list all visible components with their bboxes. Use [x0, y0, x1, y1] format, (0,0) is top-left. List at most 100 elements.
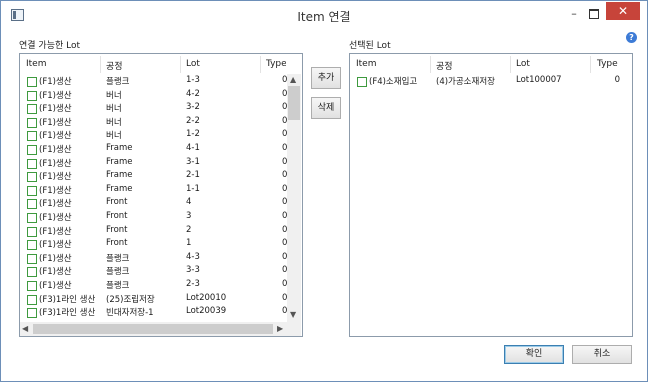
cell-process: 플랭크: [106, 77, 130, 87]
cell-item: (F1)생산: [39, 77, 72, 87]
row-checkbox[interactable]: [27, 172, 37, 183]
vertical-scroll-thumb[interactable]: [288, 86, 300, 120]
scroll-down-icon[interactable]: ▼: [290, 310, 296, 319]
table-row[interactable]: (F3)1라인 생산 빈대자저장-1 Lot20039 0: [20, 306, 302, 319]
cell-process: Front: [106, 197, 128, 208]
row-checkbox[interactable]: [27, 294, 37, 305]
row-checkbox[interactable]: [27, 213, 37, 223]
cell-lot: 4-2: [186, 88, 200, 99]
row-checkbox[interactable]: [27, 281, 37, 291]
cell-lot: 3-3: [186, 265, 200, 276]
cell-process: 버너: [106, 104, 122, 115]
row-checkbox[interactable]: [27, 104, 37, 115]
table-row[interactable]: (F1)생산 Front 1 0: [20, 238, 302, 251]
title-bar: Item 연결 – ✕: [1, 1, 647, 29]
table-row[interactable]: (F1)생산 Frame 3-1 0: [20, 157, 302, 170]
row-checkbox[interactable]: [27, 158, 37, 169]
maximize-button[interactable]: [585, 5, 603, 23]
row-checkbox[interactable]: [27, 253, 37, 264]
column-header-type[interactable]: Type: [597, 59, 618, 69]
column-header-process[interactable]: 공정: [106, 59, 123, 72]
table-row[interactable]: (F1)생산 버너 1-2 0: [20, 129, 302, 142]
available-lot-label: 연결 가능한 Lot: [19, 41, 81, 51]
cell-item: (F1)생산: [39, 145, 72, 155]
minimize-button[interactable]: –: [566, 5, 582, 23]
horizontal-scrollbar[interactable]: ◀ ▶: [20, 322, 287, 336]
horizontal-scroll-thumb[interactable]: [33, 324, 273, 334]
column-header-type[interactable]: Type: [266, 59, 286, 69]
scroll-up-icon[interactable]: ▲: [290, 75, 296, 84]
cell-item: (F1)생산: [39, 90, 72, 101]
row-checkbox[interactable]: [27, 185, 37, 196]
cancel-button[interactable]: 취소: [572, 345, 632, 364]
row-checkbox[interactable]: [27, 131, 37, 142]
table-row[interactable]: (F4)소재입고 (4)가공소재저장 Lot100007 0: [350, 75, 632, 88]
column-header-process[interactable]: 공정: [436, 59, 453, 72]
table-row[interactable]: (F3)1라인 생산 (25)조립저장 Lot20010 0: [20, 293, 302, 306]
cell-lot: Lot20039: [186, 306, 227, 317]
row-checkbox[interactable]: [27, 145, 37, 155]
row-checkbox[interactable]: [27, 77, 37, 87]
table-row[interactable]: (F1)생산 Front 2 0: [20, 225, 302, 238]
cell-process: (4)가공소재저장: [436, 77, 495, 87]
close-button[interactable]: ✕: [606, 2, 640, 20]
selected-lot-list[interactable]: Item 공정 Lot Type (F4)소재입고 (4)가공소재저장 Lot100…: [349, 53, 633, 337]
column-header-lot[interactable]: Lot: [186, 59, 200, 69]
cell-process: (25)조립저장: [106, 294, 155, 305]
table-row[interactable]: (F1)생산 Front 4 0: [20, 197, 302, 210]
available-lot-list[interactable]: Item 공정 Lot Type (F1)생산 플랭크 1-3 0 (F1)생산 버너 4-…: [19, 53, 303, 337]
cell-item: (F1)생산: [39, 213, 72, 223]
row-checkbox[interactable]: [357, 77, 367, 87]
table-row[interactable]: (F1)생산 Frame 4-1 0: [20, 143, 302, 156]
available-lot-header: Item 공정 Lot Type: [20, 54, 302, 74]
cell-lot: 1-2: [186, 129, 200, 140]
row-checkbox[interactable]: [27, 199, 37, 210]
table-row[interactable]: (F1)생산 Frame 2-1 0: [20, 170, 302, 183]
column-header-lot[interactable]: Lot: [516, 59, 530, 69]
row-checkbox[interactable]: [27, 90, 37, 101]
scroll-right-icon[interactable]: ▶: [277, 324, 283, 333]
delete-button[interactable]: 삭제: [311, 97, 341, 119]
scroll-left-icon[interactable]: ◀: [22, 324, 28, 333]
row-checkbox[interactable]: [27, 267, 37, 278]
cell-lot: 3-2: [186, 102, 200, 113]
cell-process: Front: [106, 211, 128, 221]
table-row[interactable]: (F1)생산 Front 3 0: [20, 211, 302, 224]
table-row[interactable]: (F1)생산 플랭크 1-3 0: [20, 75, 302, 88]
table-row[interactable]: (F1)생산 버너 2-2 0: [20, 116, 302, 129]
cell-lot: 1-3: [186, 75, 200, 85]
window-title: Item 연결: [297, 10, 351, 24]
cell-item: (F1)생산: [39, 104, 72, 115]
cell-item: (F1)생산: [39, 199, 72, 210]
cell-lot: 4: [186, 197, 192, 208]
vertical-scrollbar[interactable]: ▲ ▼: [287, 74, 301, 322]
cell-process: Frame: [106, 170, 133, 181]
cell-lot: Lot100007: [516, 75, 562, 85]
add-button[interactable]: 추가: [311, 67, 341, 89]
table-row[interactable]: (F1)생산 플랭크 2-3 0: [20, 279, 302, 292]
cell-item: (F1)생산: [39, 253, 72, 264]
cell-item: (F1)생산: [39, 172, 72, 183]
table-row[interactable]: (F1)생산 플랭크 4-3 0: [20, 252, 302, 265]
table-row[interactable]: (F1)생산 버너 3-2 0: [20, 102, 302, 115]
row-checkbox[interactable]: [27, 117, 37, 128]
column-header-item[interactable]: Item: [26, 59, 47, 69]
cell-process: Frame: [106, 143, 133, 153]
cell-process: Front: [106, 238, 128, 249]
cell-process: Front: [106, 224, 128, 235]
cell-lot: 3: [186, 211, 192, 221]
cell-process: 플랭크: [106, 281, 130, 291]
cell-process: 플랭크: [106, 267, 130, 278]
help-icon[interactable]: ?: [626, 32, 637, 43]
column-header-item[interactable]: Item: [356, 59, 377, 69]
table-row[interactable]: (F1)생산 Frame 1-1 0: [20, 184, 302, 197]
table-row[interactable]: (F1)생산 버너 4-2 0: [20, 89, 302, 102]
cell-lot: 1: [186, 238, 192, 249]
row-checkbox[interactable]: [27, 226, 37, 237]
cell-lot: 2-2: [186, 115, 200, 126]
ok-button[interactable]: 확인: [504, 345, 564, 364]
table-row[interactable]: (F1)생산 플랭크 3-3 0: [20, 265, 302, 278]
row-checkbox[interactable]: [27, 240, 37, 251]
row-checkbox[interactable]: [27, 308, 37, 319]
cell-process: 버너: [106, 90, 122, 101]
